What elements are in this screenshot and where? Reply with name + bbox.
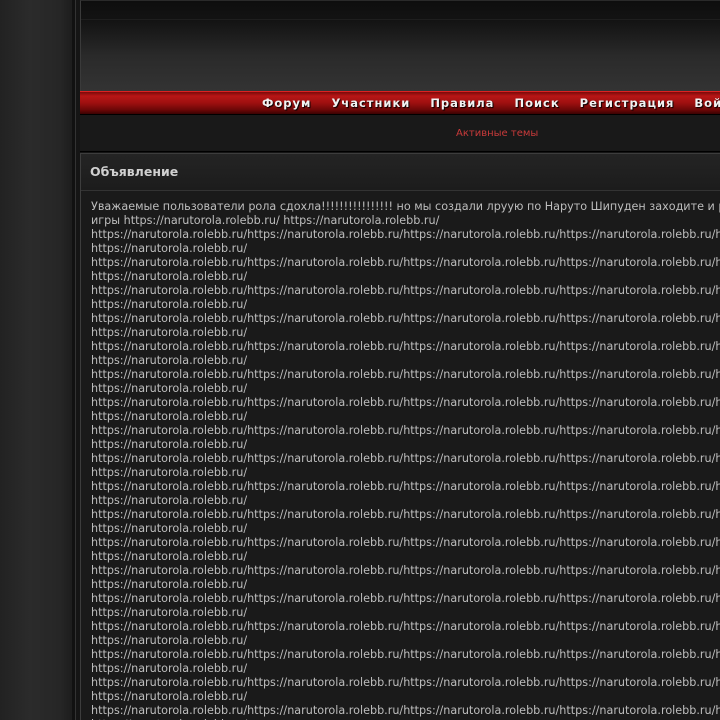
announcement-line[interactable]: https://narutorola.rolebb.ru/ (91, 354, 720, 368)
announcement-line[interactable]: https://narutorola.rolebb.ru/https://nar… (91, 508, 720, 522)
announcement-line[interactable]: https://narutorola.rolebb.ru/https://nar… (91, 340, 720, 354)
announcement-line[interactable]: https://narutorola.rolebb.ru/https://nar… (91, 452, 720, 466)
announcement-line[interactable]: https://narutorola.rolebb.ru/ (91, 578, 720, 592)
announcement-line[interactable]: https://narutorola.rolebb.ru/https://nar… (91, 256, 720, 270)
nav-items: Форум Участники Правила Поиск Регистраци… (262, 92, 720, 114)
forum-page: Форум Участники Правила Поиск Регистраци… (0, 0, 720, 720)
announcement-line[interactable]: https://narutorola.rolebb.ru/https://nar… (91, 368, 720, 382)
header-divider (81, 19, 720, 20)
announcement-line[interactable]: https://narutorola.rolebb.ru/https://nar… (91, 228, 720, 242)
announcement-line[interactable]: игры https://narutorola.rolebb.ru/ https… (91, 214, 720, 228)
announcement-line[interactable]: https://narutorola.rolebb.ru/ (91, 438, 720, 452)
announcement-line[interactable]: https://narutorola.rolebb.ru/https://nar… (91, 396, 720, 410)
announcement-line[interactable]: https://narutorola.rolebb.ru/https://nar… (91, 592, 720, 606)
announcement-line[interactable]: https://narutorola.rolebb.ru/https://nar… (91, 424, 720, 438)
nav-item-forum[interactable]: Форум (262, 96, 311, 110)
announcement-line[interactable]: https://narutorola.rolebb.ru/ (91, 242, 720, 256)
announcement-line[interactable]: https://narutorola.rolebb.ru/ (91, 466, 720, 480)
announcement-line[interactable]: https://narutorola.rolebb.ru/ (91, 410, 720, 424)
announcement-line[interactable]: https://narutorola.rolebb.ru/ (91, 634, 720, 648)
announcement-line[interactable]: https://narutorola.rolebb.ru/https://nar… (91, 564, 720, 578)
announcement-line[interactable]: https://narutorola.rolebb.ru/ (91, 270, 720, 284)
announcement-line[interactable]: https://narutorola.rolebb.ru/https://nar… (91, 676, 720, 690)
forum-header-banner (80, 0, 720, 91)
announcement-line[interactable]: https://narutorola.rolebb.ru/https://nar… (91, 284, 720, 298)
nav-item-rules[interactable]: Правила (430, 96, 494, 110)
announcement-title: Объявление (90, 164, 179, 179)
nav-item-register[interactable]: Регистрация (580, 96, 675, 110)
announcement-line[interactable]: https://narutorola.rolebb.ru/ (91, 522, 720, 536)
main-column: Форум Участники Правила Поиск Регистраци… (76, 0, 720, 720)
announcement-line[interactable]: https://narutorola.rolebb.ru/https://nar… (91, 704, 720, 718)
nav-item-members[interactable]: Участники (331, 96, 410, 110)
announcement-line[interactable]: https://narutorola.rolebb.ru/ (91, 606, 720, 620)
announcement-line[interactable]: https://narutorola.rolebb.ru/ (91, 550, 720, 564)
main-navbar: Форум Участники Правила Поиск Регистраци… (80, 91, 720, 115)
announcement-line[interactable]: https://narutorola.rolebb.ru/ (91, 690, 720, 704)
announcement-line[interactable]: https://narutorola.rolebb.ru/https://nar… (91, 312, 720, 326)
active-topics-link[interactable]: Активные темы (456, 128, 538, 139)
nav-item-search[interactable]: Поиск (514, 96, 559, 110)
announcement-line[interactable]: https://narutorola.rolebb.ru/ (91, 662, 720, 676)
sub-navbar: Активные темы (80, 115, 720, 152)
announcement-line[interactable]: https://narutorola.rolebb.ru/https://nar… (91, 620, 720, 634)
nav-item-login[interactable]: Войти (694, 96, 720, 110)
announcement-header: Объявление (81, 154, 720, 191)
announcement-line[interactable]: https://narutorola.rolebb.ru/https://nar… (91, 480, 720, 494)
announcement-line[interactable]: https://narutorola.rolebb.ru/https://nar… (91, 536, 720, 550)
announcement-body: Уважаемые пользователи рола сдохла!!!!!!… (91, 200, 720, 720)
announcement-line: Уважаемые пользователи рола сдохла!!!!!!… (91, 200, 720, 213)
announcement-line[interactable]: https://narutorola.rolebb.ru/ (91, 494, 720, 508)
announcement-panel: Объявление Уважаемые пользователи рола с… (80, 153, 720, 720)
announcement-line[interactable]: https://narutorola.rolebb.ru/ (91, 326, 720, 340)
announcement-line[interactable]: https://narutorola.rolebb.ru/https://nar… (91, 648, 720, 662)
announcement-line[interactable]: https://narutorola.rolebb.ru/ (91, 382, 720, 396)
announcement-line[interactable]: https://narutorola.rolebb.ru/ (91, 298, 720, 312)
